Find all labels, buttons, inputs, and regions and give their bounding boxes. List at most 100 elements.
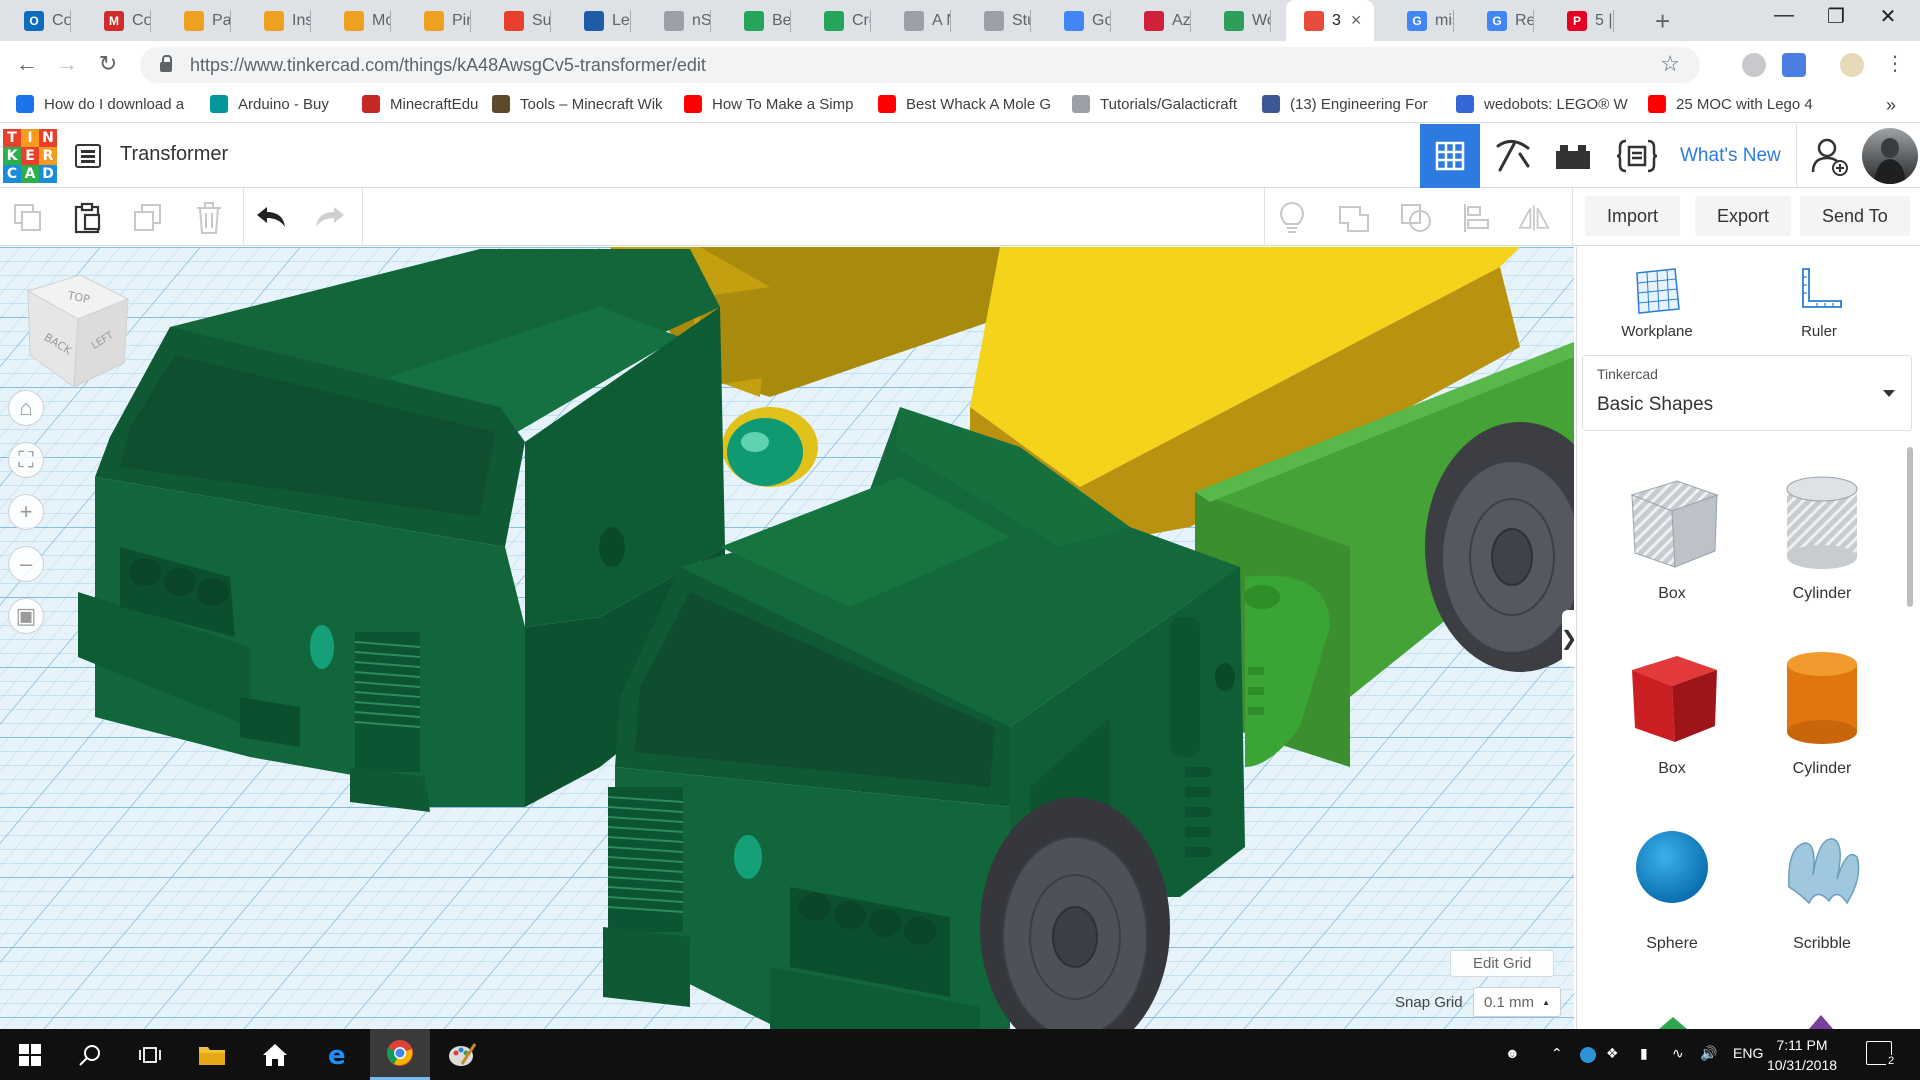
browser-tab[interactable]: Stud: [966, 0, 1031, 41]
bookmark-item[interactable]: (13) Engineering For: [1262, 95, 1440, 113]
browser-tab[interactable]: Azer: [1126, 0, 1191, 41]
browser-tab[interactable]: Ping: [406, 0, 471, 41]
browser-tab[interactable]: Instr: [246, 0, 311, 41]
maximize-icon[interactable]: ❐: [1816, 4, 1856, 29]
shape-box[interactable]: Box: [1617, 642, 1727, 778]
workplane-tool[interactable]: Workplane: [1607, 265, 1707, 340]
browser-tab[interactable]: P 5 | Tc: [1549, 0, 1614, 41]
group-icon[interactable]: [1338, 202, 1370, 234]
collapse-panel-icon[interactable]: ❯: [1561, 610, 1574, 666]
bookmark-item[interactable]: How To Make a Simp: [684, 95, 862, 113]
url-field[interactable]: https://www.tinkercad.com/things/kA48Aws…: [140, 47, 1700, 83]
translate-extension-icon[interactable]: [1782, 53, 1806, 77]
pyramid-shape-peek[interactable]: [1659, 1017, 1687, 1029]
drive-extension-icon[interactable]: [1742, 53, 1766, 77]
profile-extension-icon[interactable]: [1840, 53, 1864, 77]
new-tab-button[interactable]: +: [1655, 6, 1670, 37]
fit-view-icon[interactable]: ⛶: [8, 442, 44, 478]
forward-icon[interactable]: →: [52, 51, 82, 77]
user-avatar[interactable]: [1862, 128, 1918, 184]
duplicate-icon[interactable]: [132, 202, 164, 234]
bookmark-star-icon[interactable]: ☆: [1660, 51, 1680, 77]
bookmark-item[interactable]: Tutorials/Galacticraft: [1072, 95, 1246, 113]
tray-app-icon[interactable]: [1580, 1047, 1596, 1063]
browser-tab[interactable]: nSpi: [646, 0, 711, 41]
mirror-icon[interactable]: [1518, 202, 1550, 234]
design-menu-icon[interactable]: [75, 144, 101, 168]
3d-design-view-icon[interactable]: [1420, 124, 1480, 188]
file-explorer-icon[interactable]: [182, 1029, 242, 1080]
dropbox-icon[interactable]: ❖: [1606, 1045, 1619, 1062]
shape-cylinder-hole[interactable]: Cylinder: [1767, 467, 1877, 603]
bookmark-item[interactable]: Arduino - Buy: [210, 95, 346, 113]
shape-cylinder[interactable]: Cylinder: [1767, 642, 1877, 778]
search-icon[interactable]: [60, 1029, 120, 1080]
browser-tab[interactable]: Lead: [566, 0, 631, 41]
battery-icon[interactable]: ▮: [1640, 1045, 1648, 1062]
browser-tab[interactable]: Gmiss: [1389, 0, 1454, 41]
clock[interactable]: 7:11 PM 10/31/2018: [1762, 1035, 1842, 1075]
whats-new-link[interactable]: What's New: [1680, 145, 1781, 167]
reload-icon[interactable]: ↻: [93, 51, 123, 77]
shape-library-select[interactable]: Tinkercad Basic Shapes: [1582, 355, 1912, 431]
browser-tab[interactable]: A No: [886, 0, 951, 41]
bookmark-item[interactable]: MinecraftEdu: [362, 95, 480, 113]
notes-lightbulb-icon[interactable]: [1276, 202, 1308, 234]
ruler-tool[interactable]: Ruler: [1769, 265, 1869, 340]
browser-tab[interactable]: Supe: [486, 0, 551, 41]
zoom-out-icon[interactable]: –: [8, 546, 44, 582]
align-icon[interactable]: [1460, 202, 1492, 234]
workplane-canvas[interactable]: TOP BACK LEFT ⌂ ⛶ + – ▣ Edit Grid Snap G…: [0, 247, 1574, 1029]
copy-icon[interactable]: [12, 202, 44, 234]
chrome-menu-icon[interactable]: ⋮: [1880, 51, 1910, 76]
home-view-icon[interactable]: ⌂: [8, 390, 44, 426]
back-icon[interactable]: ←: [12, 51, 42, 77]
browser-tab[interactable]: Page: [166, 0, 231, 41]
import-button[interactable]: Import: [1585, 196, 1681, 236]
browser-tab[interactable]: 3 ×: [1286, 0, 1374, 41]
shape-box-hole[interactable]: Box: [1617, 467, 1727, 603]
paste-icon[interactable]: [72, 202, 104, 234]
snap-grid-select[interactable]: 0.1 mm: [1473, 987, 1561, 1017]
shape-scribble[interactable]: Scribble: [1767, 817, 1877, 953]
edit-grid-button[interactable]: Edit Grid: [1450, 950, 1555, 977]
more-bookmarks-icon[interactable]: »: [1886, 95, 1896, 116]
chrome-browser-icon[interactable]: [370, 1029, 430, 1080]
browser-tab[interactable]: G Resu: [1469, 0, 1534, 41]
browser-tab[interactable]: Best: [726, 0, 791, 41]
browser-tab[interactable]: Worl: [1206, 0, 1271, 41]
lego-bricks-icon[interactable]: [1543, 124, 1603, 188]
workplane-scene[interactable]: TOP BACK LEFT: [0, 247, 1574, 1029]
redo-icon[interactable]: [314, 202, 346, 234]
browser-tab[interactable]: M Conv: [86, 0, 151, 41]
tinkercad-logo[interactable]: TINKERCAD: [3, 129, 57, 183]
language-indicator[interactable]: ENG: [1733, 1045, 1763, 1061]
design-title[interactable]: Transformer: [120, 143, 228, 166]
add-user-icon[interactable]: [1800, 124, 1860, 188]
bookmark-item[interactable]: Tools – Minecraft Wik: [492, 95, 668, 113]
shape-sphere[interactable]: Sphere: [1617, 817, 1727, 953]
browser-tab[interactable]: Crea: [806, 0, 871, 41]
codeblocks-icon[interactable]: [1607, 124, 1667, 188]
tab-close-icon[interactable]: ×: [1351, 10, 1362, 31]
wifi-icon[interactable]: ∿: [1672, 1045, 1684, 1062]
undo-icon[interactable]: [255, 202, 287, 234]
home-app-icon[interactable]: [245, 1029, 305, 1080]
edge-browser-icon[interactable]: e: [308, 1029, 368, 1080]
bookmark-item[interactable]: 25 MOC with Lego 4: [1648, 95, 1868, 113]
paint-app-icon[interactable]: [432, 1029, 492, 1080]
cone-shape-peek[interactable]: [1809, 1015, 1833, 1029]
volume-icon[interactable]: 🔊: [1700, 1045, 1717, 1062]
browser-tab[interactable]: O Corr: [6, 0, 71, 41]
browser-tab[interactable]: Goo: [1046, 0, 1111, 41]
orthographic-view-icon[interactable]: ▣: [8, 598, 44, 634]
bookmark-item[interactable]: How do I download a: [16, 95, 192, 113]
bookmark-item[interactable]: Best Whack A Mole G: [878, 95, 1056, 113]
export-button[interactable]: Export: [1695, 196, 1792, 236]
show-hidden-icons[interactable]: ⌃: [1551, 1045, 1563, 1062]
bookmark-item[interactable]: wedobots: LEGO® W: [1456, 95, 1632, 113]
send-to-button[interactable]: Send To: [1800, 196, 1910, 236]
minecraft-pickaxe-icon[interactable]: [1483, 124, 1543, 188]
zoom-in-icon[interactable]: +: [8, 494, 44, 530]
delete-icon[interactable]: [193, 202, 225, 234]
